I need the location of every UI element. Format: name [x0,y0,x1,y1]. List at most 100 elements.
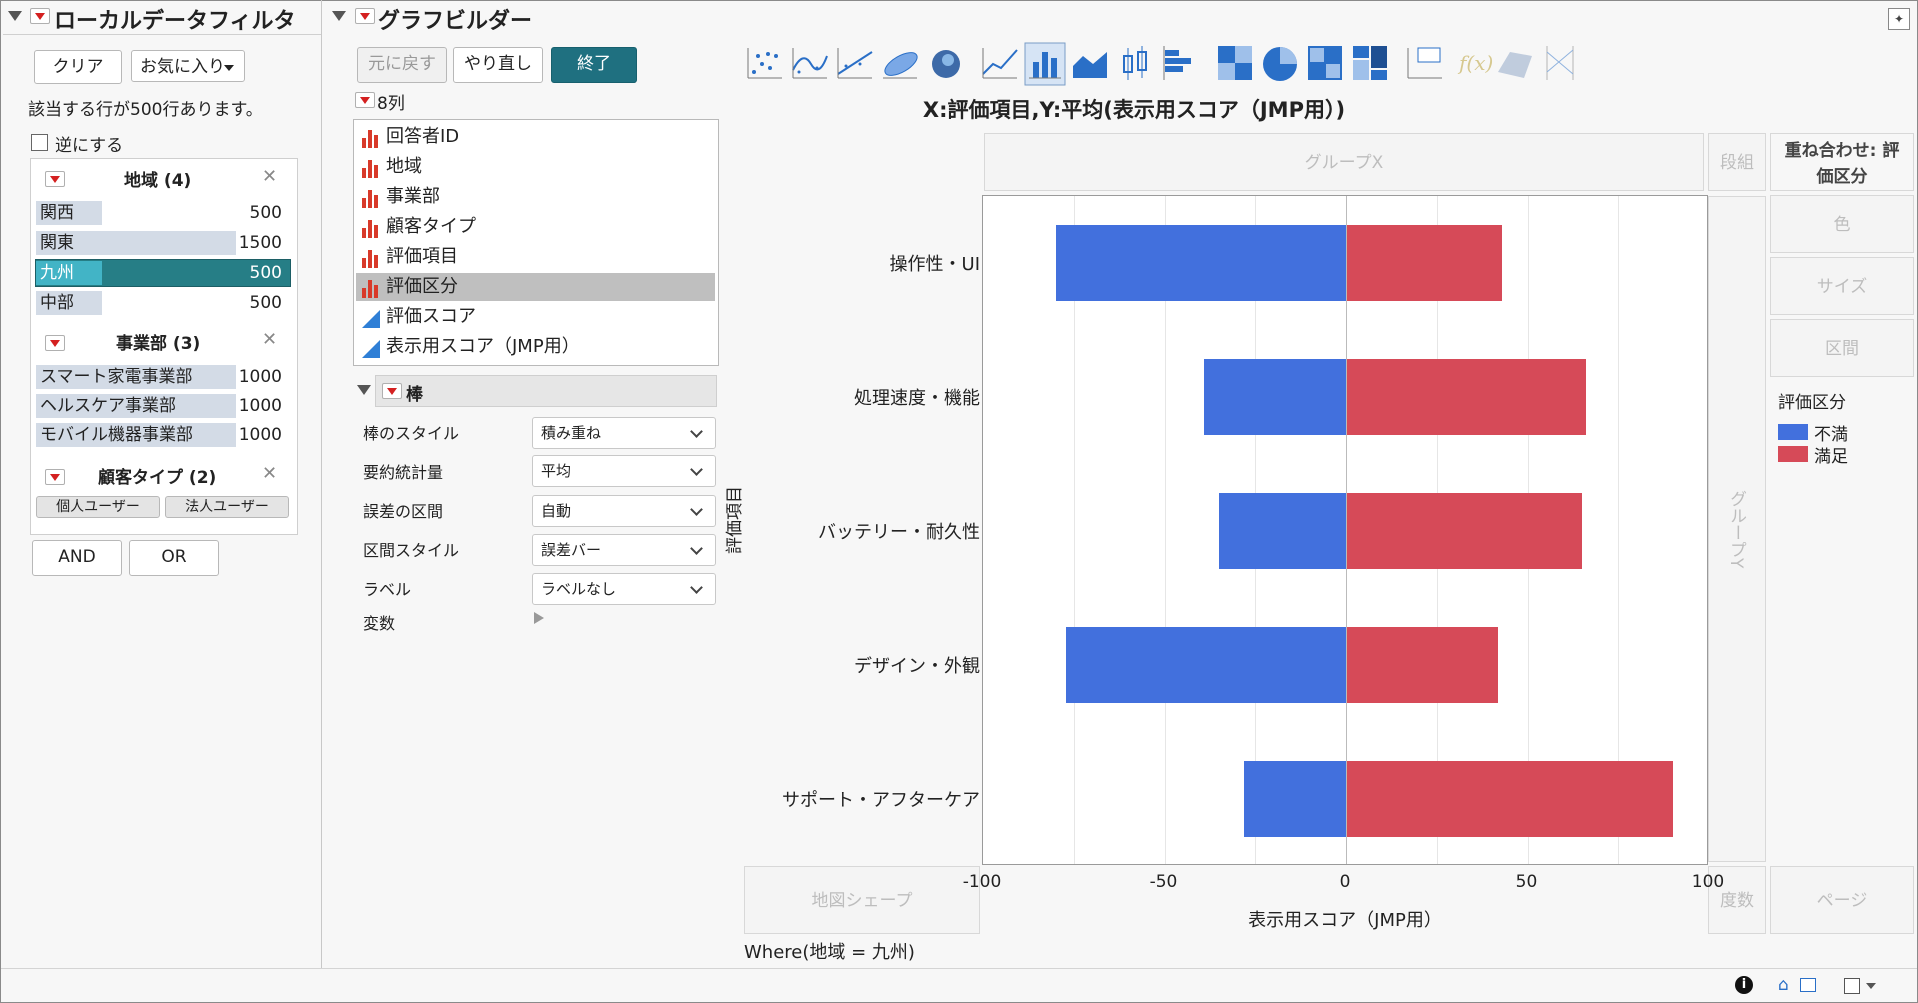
filter-menu-red-triangle-icon[interactable] [30,8,50,24]
customer-type-individual-button[interactable]: 個人ユーザー [36,496,160,518]
filter-item-label: 九州 [40,263,74,283]
done-button[interactable]: 終了 [551,47,637,83]
chevron-down-icon [690,463,703,476]
box-plot-icon[interactable] [1123,46,1147,80]
wrap-drop-zone[interactable]: 段組 [1708,133,1766,191]
collapse-bar-section-icon[interactable] [357,385,371,395]
bar-neg[interactable] [1244,761,1346,837]
bar-section-header[interactable]: 棒 [375,375,717,407]
table-icon[interactable] [1800,978,1816,992]
treemap-icon[interactable] [1308,46,1342,80]
column-item-region[interactable]: 地域 [356,153,715,181]
map-shape-drop-zone[interactable]: 地図シェープ [744,866,980,934]
color-drop-zone[interactable]: 色 [1770,195,1914,253]
bar-neg[interactable] [1218,493,1346,569]
chevron-down-icon [690,542,703,555]
x-tick-label: -100 [962,872,1002,892]
filter-group-menu-icon[interactable] [45,469,65,485]
contour-icon[interactable] [932,50,960,78]
bar-neg[interactable] [1055,225,1346,301]
caption-box-icon[interactable] [1407,47,1442,79]
interval-drop-zone[interactable]: 区間 [1770,319,1914,377]
filter-item-kanto[interactable]: 関東 1500 [36,230,290,256]
column-item-customer-type[interactable]: 顧客タイプ [356,213,715,241]
size-drop-zone[interactable]: サイズ [1770,257,1914,315]
close-icon[interactable]: ✕ [262,166,277,187]
home-icon[interactable]: ⌂ [1778,975,1789,995]
error-interval-dropdown[interactable]: 自動 [532,495,716,527]
parallel-plot-icon[interactable] [1546,46,1574,80]
bar-style-dropdown[interactable]: 積み重ね [532,417,716,449]
customer-type-corporate-button[interactable]: 法人ユーザー [165,496,289,518]
bar-icon[interactable] [1024,42,1066,86]
nominal-bar-icon [362,220,380,238]
undo-button[interactable]: 元に戻す [357,47,447,83]
bar-neg[interactable] [1204,359,1346,435]
bar-pos[interactable] [1346,493,1582,569]
column-item-eval-category[interactable]: 評価区分 [356,273,715,301]
area-icon[interactable] [1073,52,1107,78]
column-item-division[interactable]: 事業部 [356,183,715,211]
collapse-graph-builder-icon[interactable] [332,11,346,21]
filter-item-kansai[interactable]: 関西 500 [36,200,290,226]
plot-area[interactable] [982,195,1708,865]
divider [3,34,321,35]
close-icon[interactable]: ✕ [262,329,277,350]
pie-icon[interactable] [1263,47,1297,81]
label-dropdown[interactable]: ラベルなし [532,573,716,605]
line-of-fit-icon[interactable] [837,48,873,79]
columns-menu-icon[interactable] [355,92,375,108]
redo-button[interactable]: やり直し [453,47,543,83]
or-button[interactable]: OR [129,540,219,576]
points-icon[interactable] [745,44,785,84]
expand-variables-icon[interactable] [534,612,544,624]
info-icon[interactable]: i [1735,976,1753,994]
invert-checkbox[interactable] [31,134,48,151]
filter-group-menu-icon[interactable] [45,171,65,187]
histogram-icon[interactable] [1163,46,1191,80]
column-item-eval-item[interactable]: 評価項目 [356,243,715,271]
pin-icon[interactable]: ✦ [1888,8,1910,30]
column-item-eval-score[interactable]: 評価スコア [356,303,715,331]
legend-swatch-neg [1778,424,1808,440]
favorites-dropdown[interactable]: お気に入り [131,50,245,82]
line-icon[interactable] [982,48,1018,79]
filter-item-kyushu[interactable]: 九州 500 [35,259,291,287]
mosaic-icon[interactable] [1353,46,1387,80]
filter-item-smart-appliance[interactable]: スマート家電事業部 1000 [36,364,290,390]
x-axis-title: 表示用スコア（JMP用） [1248,910,1442,931]
and-button[interactable]: AND [32,540,122,576]
group-x-drop-zone[interactable]: グループX [984,133,1704,191]
bar-pos[interactable] [1346,359,1586,435]
bar-pos[interactable] [1346,627,1499,703]
window-icon[interactable] [1844,978,1860,994]
bar-menu-red-triangle-icon[interactable] [382,383,402,399]
map-shapes-icon[interactable] [1498,52,1532,78]
interval-style-dropdown[interactable]: 誤差バー [532,534,716,566]
variables-label: 変数 [363,614,396,633]
bar-pos[interactable] [1346,225,1503,301]
collapse-left-panel-icon[interactable] [8,11,22,21]
chevron-down-icon[interactable] [1866,983,1876,989]
summary-stat-dropdown[interactable]: 平均 [532,455,716,487]
column-item-display-score[interactable]: 表示用スコア（JMP用） [356,333,715,361]
filter-item-chubu[interactable]: 中部 500 [36,290,290,316]
filter-item-healthcare[interactable]: ヘルスケア事業部 1000 [36,393,290,419]
ellipse-icon[interactable] [881,48,920,80]
clear-button[interactable]: クリア [34,50,122,84]
filter-item-mobile[interactable]: モバイル機器事業部 1000 [36,422,290,448]
filter-item-count: 500 [249,263,282,283]
close-icon[interactable]: ✕ [262,463,277,484]
formula-icon[interactable]: f(x) [1457,51,1493,75]
filter-group-menu-icon[interactable] [45,335,65,351]
column-item-respondent-id[interactable]: 回答者ID [356,123,715,151]
graph-builder-menu-red-triangle-icon[interactable] [355,8,375,24]
page-drop-zone[interactable]: ページ [1770,866,1914,934]
group-y-drop-zone[interactable]: グループY [1708,196,1766,862]
heatmap-icon[interactable] [1218,46,1252,80]
bar-pos[interactable] [1346,761,1673,837]
continuous-triangle-icon [362,340,380,358]
bar-neg[interactable] [1066,627,1346,703]
smoother-icon[interactable] [792,48,828,79]
overlay-drop-zone[interactable]: 重ね合わせ: 評価区分 [1770,133,1914,191]
